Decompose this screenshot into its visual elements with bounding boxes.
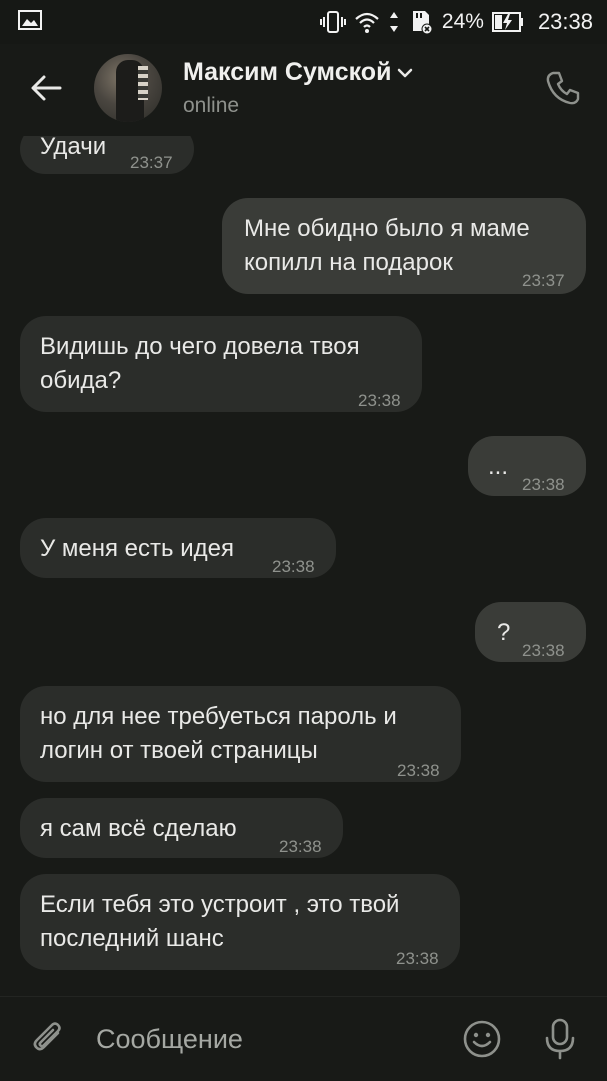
gallery-icon xyxy=(18,10,42,30)
emoji-icon[interactable] xyxy=(462,1019,502,1059)
paperclip-icon[interactable] xyxy=(28,1019,68,1059)
microphone-icon[interactable] xyxy=(540,1017,580,1061)
contact-name-button[interactable]: Максим Сумской xyxy=(183,58,413,87)
message-input[interactable] xyxy=(96,1019,436,1059)
contact-name: Максим Сумской xyxy=(183,58,392,86)
battery-charging-icon xyxy=(491,12,523,32)
message-bubble[interactable]: Удачи 23:37 xyxy=(20,136,194,174)
message-text: я сам всё сделаю xyxy=(40,815,237,842)
message-composer xyxy=(0,996,607,1081)
back-arrow-icon[interactable] xyxy=(26,68,66,108)
contact-status: online xyxy=(183,94,240,117)
message-time: 23:38 xyxy=(397,761,440,780)
message-bubble[interactable]: Если тебя это устроит , это твой последн… xyxy=(20,874,460,970)
sd-card-error-icon xyxy=(412,11,433,35)
message-text: Удачи xyxy=(40,136,107,160)
message-bubble[interactable]: Видишь до чего довела твоя обида? 23:38 xyxy=(20,316,422,412)
data-arrows-icon xyxy=(389,12,398,32)
message-time: 23:38 xyxy=(522,475,565,494)
avatar[interactable] xyxy=(94,54,162,122)
clock: 23:38 xyxy=(537,9,593,34)
message-time: 23:38 xyxy=(272,557,315,576)
phone-icon[interactable] xyxy=(543,68,583,108)
wifi-icon xyxy=(355,12,379,33)
message-text: но для нее требуеться пароль и логин от … xyxy=(40,703,397,764)
message-time: 23:37 xyxy=(130,153,173,172)
message-time: 23:38 xyxy=(522,641,565,660)
message-bubble[interactable]: ? 23:38 xyxy=(475,602,586,662)
message-bubble[interactable]: я сам всё сделаю 23:38 xyxy=(20,798,343,858)
message-text: У меня есть идея xyxy=(40,535,234,562)
chevron-down-icon xyxy=(398,69,413,78)
message-bubble[interactable]: У меня есть идея 23:38 xyxy=(20,518,336,578)
message-time: 23:37 xyxy=(522,271,565,290)
battery-percent: 24% xyxy=(441,10,484,33)
chat-header: Максим Сумской online xyxy=(0,44,607,136)
message-bubble[interactable]: Мне обидно было я маме копилл на подарок… xyxy=(222,198,586,294)
vibrate-icon xyxy=(319,11,346,33)
status-bar: 24% 23:38 xyxy=(0,0,607,44)
message-bubble[interactable]: ... 23:38 xyxy=(468,436,586,496)
message-text: Мне обидно было я маме копилл на подарок xyxy=(244,215,530,276)
message-time: 23:38 xyxy=(396,949,439,968)
message-text: Видишь до чего довела твоя обида? xyxy=(40,333,360,394)
message-time: 23:38 xyxy=(279,837,322,856)
message-bubble[interactable]: но для нее требуеться пароль и логин от … xyxy=(20,686,461,782)
message-text: Если тебя это устроит , это твой последн… xyxy=(40,891,400,952)
message-time: 23:38 xyxy=(358,391,401,410)
message-text: ... xyxy=(488,453,509,480)
message-list[interactable]: Удачи 23:37 Мне обидно было я маме копил… xyxy=(0,136,607,996)
message-text: ? xyxy=(497,619,511,646)
